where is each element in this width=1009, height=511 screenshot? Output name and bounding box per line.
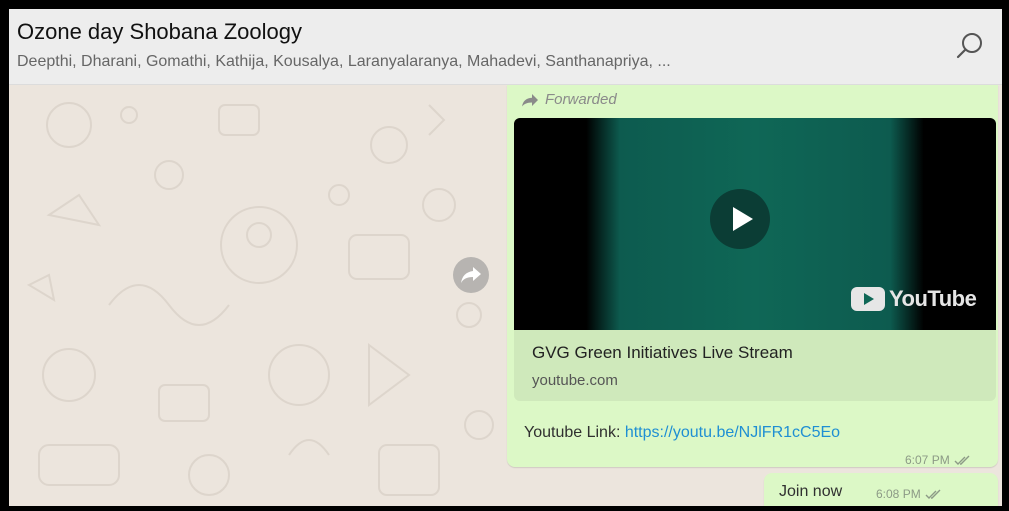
forwarded-text: Forwarded [545,91,617,108]
chat-window: Ozone day Shobana Zoology Deepthi, Dhara… [9,9,1002,506]
reply-timestamp: 6:08 PM [876,487,943,501]
chat-title[interactable]: Ozone day Shobana Zoology [17,19,302,45]
message-text: Youtube Link: https://youtu.be/NJlFR1cC5… [524,424,840,442]
play-button[interactable] [710,189,770,249]
forward-arrow-icon [461,267,481,283]
forward-button[interactable] [453,257,489,293]
chat-header[interactable]: Ozone day Shobana Zoology Deepthi, Dhara… [9,9,1002,85]
double-check-icon [925,489,941,499]
search-button[interactable] [953,29,987,63]
preview-domain: youtube.com [532,372,618,389]
play-icon [733,207,753,231]
link-preview-card[interactable]: YouTube GVG Green Initiatives Live Strea… [514,118,996,401]
message-text-prefix: Youtube Link: [524,424,625,441]
message-timestamp: 6:07 PM [905,453,972,467]
reply-text: Join now [779,483,843,500]
youtube-play-icon [851,287,885,311]
chat-members-list[interactable]: Deepthi, Dharani, Gomathi, Kathija, Kous… [17,53,671,71]
double-check-icon [954,455,970,465]
message-bubble[interactable]: Forwarded YouTube GVG Green Initiatives … [507,85,998,467]
reply-time: 6:08 PM [876,487,921,501]
message-time: 6:07 PM [905,453,950,467]
youtube-link[interactable]: https://youtu.be/NJlFR1cC5Eo [625,424,840,441]
forwarded-label: Forwarded [521,91,617,108]
search-icon [956,33,982,59]
youtube-wordmark: YouTube [889,286,977,311]
reply-bubble[interactable]: Join now 6:08 PM [764,473,998,506]
video-thumbnail[interactable]: YouTube [514,118,996,330]
youtube-logo: YouTube [851,286,977,312]
preview-title: GVG Green Initiatives Live Stream [532,343,793,362]
forwarded-arrow-icon [522,94,538,107]
